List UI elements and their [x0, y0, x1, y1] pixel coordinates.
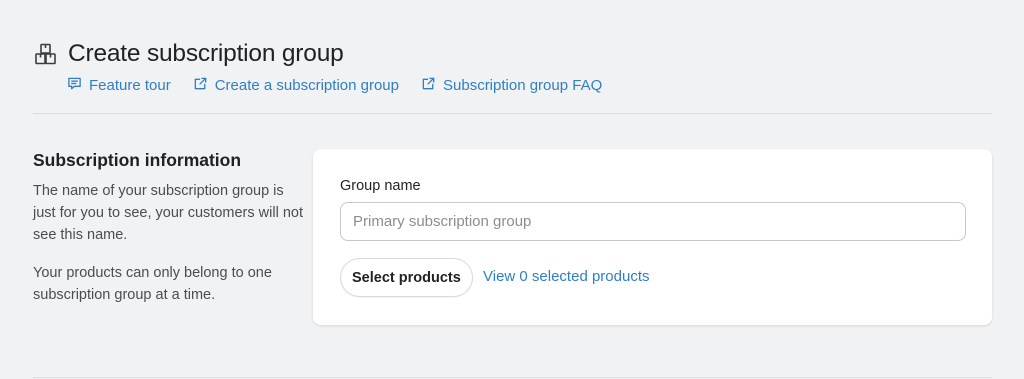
footer-divider — [33, 377, 992, 378]
create-subscription-group-label: Create a subscription group — [214, 76, 399, 94]
page-title: Create subscription group — [68, 40, 344, 67]
feature-tour-link[interactable]: Feature tour — [67, 76, 171, 95]
subscription-group-faq-link[interactable]: Subscription group FAQ — [421, 76, 602, 95]
group-name-input[interactable]: Primary subscription group — [340, 202, 966, 241]
group-name-placeholder: Primary subscription group — [353, 213, 532, 230]
chat-icon — [67, 76, 89, 95]
external-link-icon — [421, 76, 443, 95]
header-divider — [33, 113, 992, 114]
info-paragraph: The name of your subscription group is j… — [33, 183, 303, 243]
header-links: Feature tour Create a subscription group — [67, 74, 992, 96]
subscription-form-card: Group name Primary subscription group Se… — [313, 149, 992, 325]
view-selected-products-link[interactable]: View 0 selected products — [483, 268, 650, 285]
create-subscription-group-link[interactable]: Create a subscription group — [193, 76, 399, 95]
subscription-info-section: Subscription information The name of you… — [33, 150, 303, 306]
title-row: Create subscription group — [33, 38, 992, 70]
section-title: Subscription information — [33, 150, 242, 170]
feature-tour-label: Feature tour — [89, 76, 171, 94]
select-products-button[interactable]: Select products — [340, 258, 473, 297]
page-header: Create subscription group Feature tour C… — [33, 38, 992, 96]
subscription-group-faq-label: Subscription group FAQ — [443, 76, 603, 94]
external-link-icon — [193, 76, 215, 95]
page: Create subscription group Feature tour C… — [0, 0, 1024, 379]
group-name-label: Group name — [340, 178, 421, 194]
boxes-icon — [33, 41, 59, 67]
info-paragraph: Your products can only belong to one sub… — [33, 265, 272, 303]
